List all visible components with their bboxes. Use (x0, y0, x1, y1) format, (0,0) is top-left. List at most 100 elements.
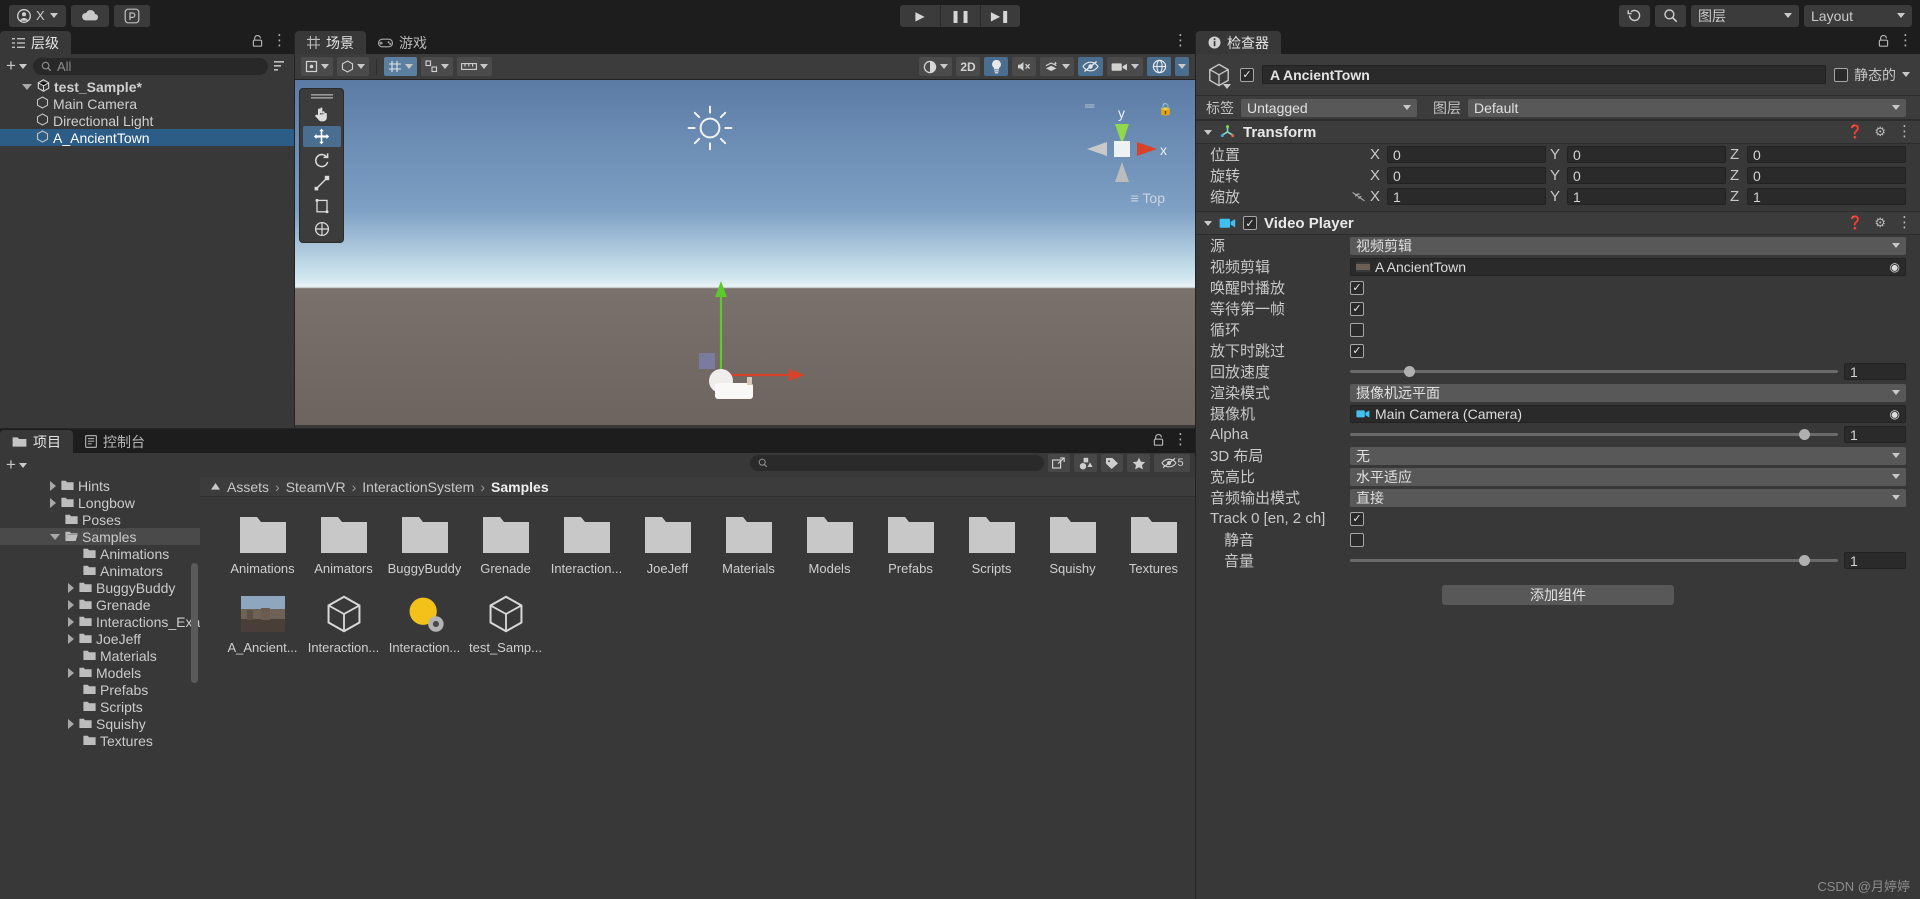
history-button[interactable] (1619, 4, 1650, 27)
hierarchy-item-aancienttown[interactable]: A_AncientTown (0, 129, 294, 146)
rotate-tool-button[interactable] (303, 149, 341, 170)
tab-hierarchy[interactable]: 层级 (0, 31, 71, 54)
divider-center-inspector[interactable] (1195, 31, 1196, 899)
asset-item[interactable]: JoeJeff (627, 515, 708, 576)
object-enabled-checkbox[interactable]: ✓ (1240, 67, 1254, 82)
project-tree-item-prefabs[interactable]: Prefabs (0, 681, 200, 698)
chevron-down-icon[interactable] (1204, 129, 1212, 135)
videoplayer-enabled-checkbox[interactable]: ✓ (1243, 216, 1257, 230)
move-tool-button[interactable] (302, 126, 341, 147)
collapse-arrow-icon[interactable] (68, 718, 74, 729)
videoplayer-checkbox[interactable] (1350, 322, 1364, 337)
chevron-down-icon[interactable] (1902, 72, 1910, 77)
transform-x-input[interactable]: 0 (1387, 146, 1546, 163)
project-add-button[interactable]: + (6, 455, 27, 475)
preset-icon[interactable]: ⚙ (1874, 124, 1886, 140)
videoplayer-checkbox[interactable] (1350, 532, 1364, 547)
pause-button[interactable]: ❚❚ (940, 4, 980, 27)
help-icon[interactable]: ❓ (1847, 215, 1863, 231)
scale-tool-button[interactable] (303, 172, 341, 193)
videoplayer-dropdown[interactable]: 无 (1350, 446, 1906, 465)
slider-knob[interactable] (1798, 555, 1810, 566)
asset-item[interactable]: Animators (303, 515, 384, 576)
videoplayer-dropdown[interactable]: 摄像机远平面 (1350, 383, 1906, 402)
project-tree-item-joejeff[interactable]: JoeJeff (0, 630, 200, 647)
asset-item[interactable]: Grenade (465, 515, 546, 576)
project-tree-item-squishy[interactable]: Squishy (0, 715, 200, 732)
project-tree-item-buggybuddy[interactable]: BuggyBuddy (0, 579, 200, 596)
transform-x-input[interactable]: 0 (1387, 167, 1546, 184)
transform-y-input[interactable]: 0 (1567, 146, 1726, 163)
handle-mode-button[interactable] (337, 57, 369, 76)
project-tree-item-animators[interactable]: Animators (0, 562, 200, 579)
project-tree-item-interactionsexan[interactable]: Interactions_Exan (0, 613, 200, 630)
scene-camera-button[interactable] (1107, 57, 1143, 76)
breadcrumb-item-samples[interactable]: Samples (491, 479, 549, 495)
hierarchy-item-directionallight[interactable]: Directional Light (0, 112, 294, 129)
videoplayer-dropdown[interactable]: 直接 (1350, 488, 1906, 507)
videoplayer-component-header[interactable]: ✓ Video Player ❓ ⚙ ⋮ (1196, 211, 1920, 235)
hierarchy-item-testsample[interactable]: test_Sample* (0, 78, 294, 95)
project-tree-item-animations[interactable]: Animations (0, 545, 200, 562)
lighting-toggle-button[interactable] (984, 57, 1008, 76)
scene-lock-icon[interactable]: 🔒 (1158, 102, 1173, 116)
scene-axis-gizmo[interactable]: y x (1067, 102, 1177, 197)
scale-lock-toggle[interactable] (1350, 191, 1366, 202)
step-button[interactable]: ▶❚ (980, 4, 1020, 27)
object-picker-icon[interactable]: ◉ (1890, 407, 1900, 421)
gizmos-toggle-button[interactable] (1147, 57, 1171, 76)
transform-tool-button[interactable] (303, 218, 341, 239)
videoplayer-object-field[interactable]: A AncientTown ◉ (1350, 257, 1906, 276)
expand-arrow-icon[interactable] (22, 83, 32, 90)
project-tree-item-hints[interactable]: Hints (0, 477, 200, 494)
videoplayer-dropdown[interactable]: 水平适应 (1350, 467, 1906, 486)
transform-y-input[interactable]: 1 (1567, 188, 1726, 205)
collapse-arrow-icon[interactable] (50, 480, 56, 491)
account-button[interactable]: X (9, 4, 66, 27)
videoplayer-object-field[interactable]: Main Camera (Camera) ◉ (1350, 404, 1906, 423)
transform-component-header[interactable]: Transform ❓ ⚙ ⋮ (1196, 120, 1920, 144)
chevron-down-icon[interactable] (1204, 220, 1212, 226)
asset-item[interactable]: Animations (222, 515, 303, 576)
tab-scene[interactable]: 场景 (295, 31, 366, 54)
grid-snap-button[interactable] (384, 57, 417, 76)
slider-knob[interactable] (1798, 429, 1810, 440)
shading-mode-button[interactable] (919, 57, 952, 76)
project-tree-item-samples[interactable]: Samples (0, 528, 200, 545)
snap-increment-button[interactable] (421, 57, 453, 76)
scene-menu-button[interactable]: ⋮ (1173, 33, 1188, 48)
rect-tool-button[interactable] (303, 195, 341, 216)
videoplayer-checkbox[interactable]: ✓ (1350, 280, 1364, 295)
label-filter-button[interactable] (1100, 454, 1124, 472)
lock-icon[interactable] (1153, 434, 1164, 446)
videoplayer-slider-value[interactable]: 1 (1844, 426, 1906, 443)
videoplayer-checkbox[interactable]: ✓ (1350, 343, 1364, 358)
asset-item[interactable]: Interaction... (546, 515, 627, 576)
videoplayer-menu-button[interactable]: ⋮ (1897, 215, 1912, 230)
chevron-down-icon[interactable] (1223, 83, 1231, 89)
collapse-arrow-icon[interactable] (68, 633, 74, 644)
object-picker-icon[interactable]: ◉ (1890, 260, 1900, 274)
help-icon[interactable]: ❓ (1847, 124, 1863, 140)
tab-inspector[interactable]: 检查器 (1196, 31, 1281, 54)
breadcrumb-item-interactionsystem[interactable]: InteractionSystem (362, 479, 474, 495)
gizmos-dropdown-button[interactable] (1175, 57, 1189, 76)
preset-icon[interactable]: ⚙ (1874, 215, 1886, 231)
play-button[interactable]: ▶ (900, 4, 940, 27)
videoplayer-dropdown[interactable]: 视频剪辑 (1350, 236, 1906, 255)
collapse-arrow-icon[interactable] (68, 667, 74, 678)
breadcrumb-item-assets[interactable]: Assets (227, 479, 269, 495)
layout-dropdown[interactable]: Layout (1804, 4, 1912, 27)
transform-z-input[interactable]: 0 (1747, 167, 1906, 184)
tab-game[interactable]: 游戏 (366, 31, 439, 54)
scroll-up-icon[interactable] (210, 482, 221, 491)
asset-item[interactable]: Prefabs (870, 515, 951, 576)
add-component-button[interactable]: 添加组件 (1442, 585, 1674, 605)
asset-item[interactable]: Materials (708, 515, 789, 576)
asset-item[interactable]: Squishy (1032, 515, 1113, 576)
transform-menu-button[interactable]: ⋮ (1897, 124, 1912, 139)
hierarchy-search-input[interactable]: All (32, 57, 268, 75)
lock-icon[interactable] (252, 35, 263, 47)
videoplayer-slider-value[interactable]: 1 (1844, 363, 1906, 380)
grid-size-button[interactable] (457, 57, 492, 76)
